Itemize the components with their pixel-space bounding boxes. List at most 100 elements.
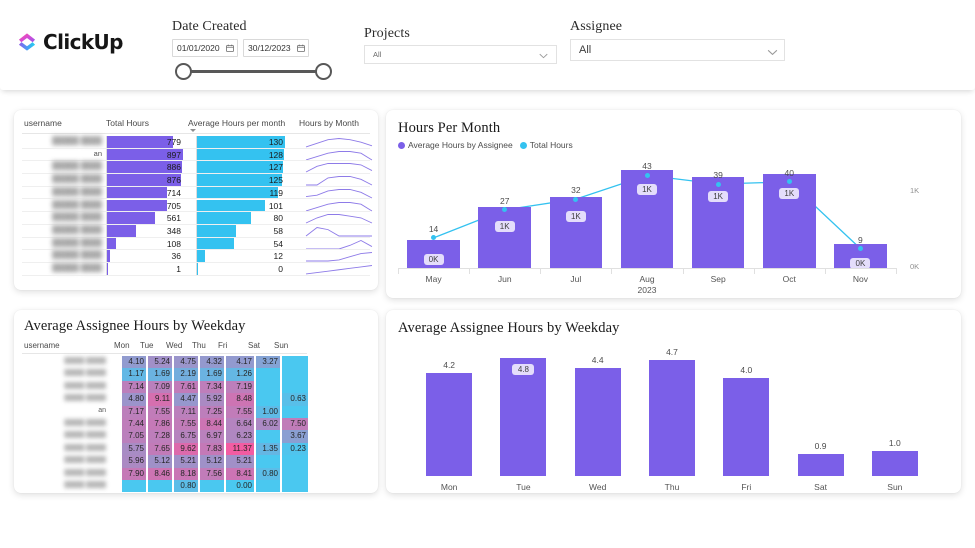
column-header-hours-by-month[interactable]: Hours by Month [299, 118, 359, 128]
heatmap-row[interactable]: ████ ████5.757.659.627.8311.371.350.23 [22, 443, 307, 455]
heatmap-column-header-mon[interactable]: Mon [114, 341, 138, 350]
heatmap-cell[interactable]: 7.61 [174, 381, 198, 393]
heatmap-row[interactable]: ████ ████5.965.125.215.125.21 [22, 455, 307, 467]
heatmap-cell[interactable]: 9.11 [148, 393, 172, 405]
heatmap-cell[interactable]: 8.44 [200, 418, 224, 430]
heatmap-cell[interactable]: 7.56 [200, 468, 224, 480]
projects-dropdown[interactable]: All [364, 45, 557, 64]
heatmap-cell[interactable]: 9.62 [174, 443, 198, 455]
sort-descending-icon[interactable] [190, 129, 196, 132]
heatmap-row[interactable]: ████ ████4.105.244.754.324.173.27 [22, 356, 307, 368]
heatmap-cell[interactable]: 7.17 [122, 406, 146, 418]
heatmap-row[interactable]: ████ ████7.908.468.187.568.410.80 [22, 468, 307, 480]
table-row[interactable]: █████ ████10854 [22, 238, 370, 251]
heatmap-row[interactable]: ████ ████4.809.114.475.928.480.63 [22, 393, 307, 405]
heatmap-cell[interactable]: 1.69 [148, 368, 172, 380]
heatmap-row[interactable]: ████ ████7.147.097.617.347.19 [22, 381, 307, 393]
bar-jun[interactable] [478, 207, 531, 268]
heatmap-cell[interactable]: 4.10 [122, 356, 146, 368]
column-header-total-hours[interactable]: Total Hours [106, 118, 149, 128]
heatmap-cell[interactable]: 5.21 [226, 455, 254, 467]
heatmap-cell[interactable]: 4.17 [226, 356, 254, 368]
date-range-slider-track[interactable] [181, 70, 324, 73]
heatmap-cell[interactable]: 1.17 [122, 368, 146, 380]
table-row[interactable]: █████ ████34858 [22, 225, 370, 238]
assignee-dropdown[interactable]: All [570, 39, 785, 61]
legend-item-avg-hours[interactable]: Average Hours by Assignee [398, 140, 513, 150]
chevron-down-icon[interactable] [539, 52, 548, 58]
heatmap-cell[interactable]: 1.69 [200, 368, 224, 380]
date-to-input[interactable]: 30/12/2023 [243, 39, 309, 57]
heatmap-cell[interactable]: 1.26 [226, 368, 254, 380]
table-row[interactable]: █████ ████876125 [22, 174, 370, 187]
bar-fri[interactable] [723, 378, 769, 476]
line-marker-sep[interactable] [716, 182, 721, 187]
column-header-username[interactable]: username [24, 118, 62, 128]
heatmap-cell[interactable] [282, 480, 308, 492]
heatmap-cell[interactable]: 6.75 [174, 430, 198, 442]
heatmap-cell[interactable]: 6.97 [200, 430, 224, 442]
heatmap-cell[interactable] [282, 368, 308, 380]
bar-tue[interactable] [500, 358, 546, 476]
table-row[interactable]: █████ ████886127 [22, 161, 370, 174]
bar-wed[interactable] [575, 368, 621, 476]
heatmap-cell[interactable] [282, 468, 308, 480]
table-row[interactable]: █████ ████705101 [22, 200, 370, 213]
date-from-input[interactable]: 01/01/2020 [172, 39, 238, 57]
heatmap-cell[interactable] [200, 480, 224, 492]
heatmap-cell[interactable]: 5.24 [148, 356, 172, 368]
bar-jul[interactable] [550, 197, 603, 268]
heatmap-cell[interactable]: 7.55 [226, 406, 254, 418]
table-row[interactable]: █████ ████714119 [22, 187, 370, 200]
heatmap-cell[interactable]: 8.48 [226, 393, 254, 405]
heatmap-cell[interactable]: 3.67 [282, 430, 308, 442]
heatmap-cell[interactable] [282, 406, 308, 418]
table-row[interactable]: █████ ████779130 [22, 136, 370, 149]
heatmap-cell[interactable]: 7.55 [148, 406, 172, 418]
heatmap-cell[interactable]: 7.25 [200, 406, 224, 418]
heatmap-cell[interactable] [256, 368, 280, 380]
heatmap-cell[interactable] [256, 381, 280, 393]
heatmap-cell[interactable]: 6.02 [256, 418, 280, 430]
heatmap-cell[interactable]: 7.90 [122, 468, 146, 480]
bar-sat[interactable] [798, 454, 844, 476]
heatmap-cell[interactable]: 0.63 [282, 393, 308, 405]
heatmap-column-header-username[interactable]: username [24, 341, 60, 350]
heatmap-cell[interactable]: 4.75 [174, 356, 198, 368]
heatmap-cell[interactable] [282, 455, 308, 467]
table-row[interactable]: █████ ████56180 [22, 212, 370, 225]
heatmap-column-header-fri[interactable]: Fri [218, 341, 246, 350]
heatmap-cell[interactable]: 7.50 [282, 418, 308, 430]
legend-item-total-hours[interactable]: Total Hours [520, 140, 573, 150]
bar-sun[interactable] [872, 451, 918, 476]
column-header-avg-hours[interactable]: Average Hours per month [188, 118, 285, 128]
heatmap-cell[interactable]: 6.23 [226, 430, 254, 442]
heatmap-row[interactable]: ████ ████1.171.692.191.691.26 [22, 368, 307, 380]
heatmap-cell[interactable] [256, 455, 280, 467]
heatmap-cell[interactable] [282, 356, 308, 368]
table-row[interactable]: █████ ████10 [22, 263, 370, 276]
chevron-down-icon[interactable] [767, 47, 776, 53]
heatmap-cell[interactable]: 5.96 [122, 455, 146, 467]
heatmap-cell[interactable]: 5.12 [148, 455, 172, 467]
heatmap-cell[interactable]: 5.12 [200, 455, 224, 467]
heatmap-cell[interactable] [122, 480, 146, 492]
heatmap-cell[interactable]: 0.80 [256, 468, 280, 480]
heatmap-cell[interactable] [256, 480, 280, 492]
heatmap-cell[interactable]: 2.19 [174, 368, 198, 380]
heatmap-cell[interactable]: 11.37 [226, 443, 254, 455]
heatmap-cell[interactable]: 5.21 [174, 455, 198, 467]
heatmap-cell[interactable]: 7.28 [148, 430, 172, 442]
heatmap-cell[interactable]: 8.18 [174, 468, 198, 480]
bar-mon[interactable] [426, 373, 472, 476]
heatmap-row[interactable]: ████ ████0.800.00 [22, 480, 307, 492]
heatmap-cell[interactable]: 1.35 [256, 443, 280, 455]
heatmap-cell[interactable]: 0.00 [226, 480, 254, 492]
heatmap-cell[interactable]: 4.80 [122, 393, 146, 405]
heatmap-cell[interactable]: 4.32 [200, 356, 224, 368]
table-row[interactable]: an897128 [22, 149, 370, 162]
heatmap-cell[interactable]: 7.55 [174, 418, 198, 430]
calendar-icon[interactable] [297, 44, 305, 52]
heatmap-cell[interactable] [282, 381, 308, 393]
heatmap-cell[interactable] [256, 393, 280, 405]
